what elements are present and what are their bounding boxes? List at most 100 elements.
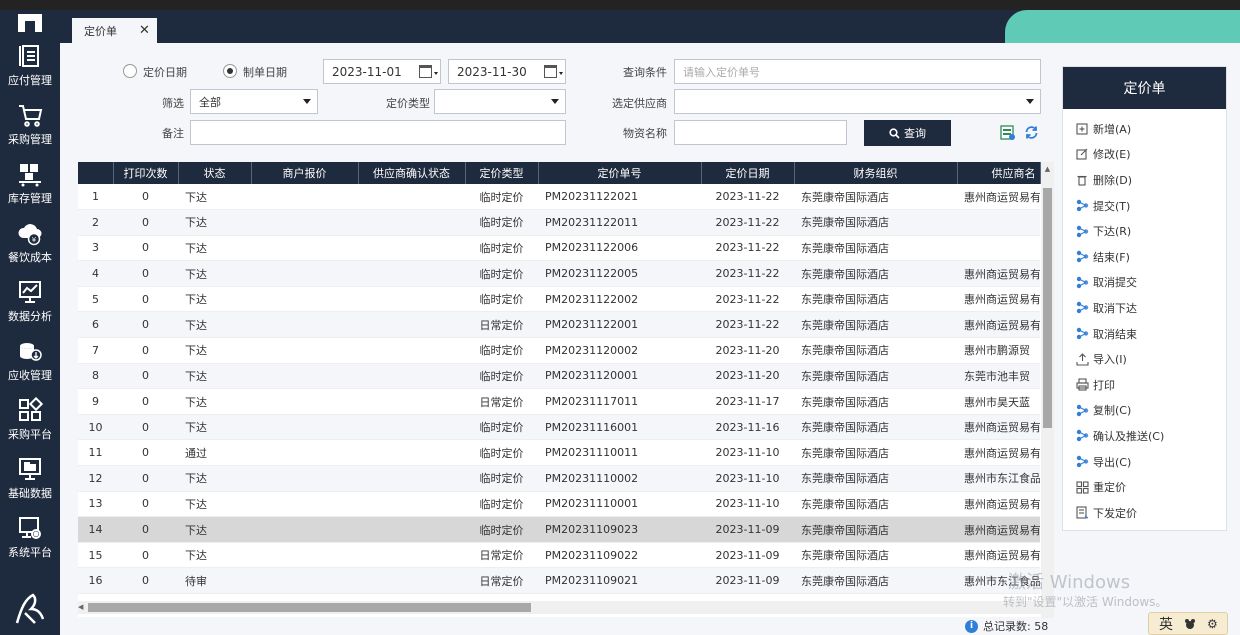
column-header-merchant-quote[interactable]: 商户报价 <box>251 162 359 184</box>
action-item[interactable]: 修改(E) <box>1063 142 1226 168</box>
column-header-index[interactable] <box>78 162 114 184</box>
action-item[interactable]: 导入(I) <box>1063 346 1226 372</box>
table-cell: PM20231109022 <box>538 542 701 569</box>
table-cell <box>358 209 465 236</box>
tab-pricing-order[interactable]: 定价单 ✕ <box>72 18 157 43</box>
horizontal-scroll-thumb[interactable] <box>88 603 531 612</box>
radio-pricing-date[interactable] <box>123 64 137 78</box>
calendar-icon[interactable] <box>544 65 557 78</box>
table-cell: 8 <box>78 363 113 390</box>
action-item[interactable]: 删除(D) <box>1063 167 1226 193</box>
chevron-down-icon <box>303 99 311 104</box>
table-cell: 下达 <box>178 516 251 543</box>
table-row[interactable]: 11 0 通过 临时定价 PM20231110011 2023-11-10 东莞康帝国际酒店… <box>78 439 1040 467</box>
sidebar-item-catering-cost[interactable]: ¥ 餐饮成本 <box>0 213 60 272</box>
table-header-row: 打印次数 状态 商户报价 供应商确认状态 定价类型 定价单号 定价日期 财务组织… <box>78 162 1041 184</box>
action-item[interactable]: 取消提交 <box>1063 270 1226 296</box>
sidebar-item-receivables[interactable]: 应收管理 <box>0 331 60 390</box>
table-row[interactable]: 10 0 下达 临时定价 PM20231116001 2023-11-16 东莞康帝国际酒店… <box>78 414 1040 441</box>
column-header-print-count[interactable]: 打印次数 <box>113 162 179 184</box>
table-row[interactable]: 6 0 下达 日常定价 PM20231122001 2023-11-22 东莞康帝国际酒店惠… <box>78 311 1040 339</box>
action-item[interactable]: 确认及推送(C) <box>1063 423 1226 449</box>
table-row[interactable]: 16 0 待审 日常定价 PM20231109021 2023-11-09 东莞康帝国际酒店… <box>78 567 1040 594</box>
action-item[interactable]: 重定价 <box>1063 474 1226 500</box>
query-button[interactable]: 查询 <box>864 120 951 146</box>
workflow-icon <box>1075 301 1089 315</box>
action-item[interactable]: 结束(F) <box>1063 244 1226 270</box>
supplier-select[interactable] <box>674 89 1041 114</box>
column-header-pricing-type[interactable]: 定价类型 <box>465 162 539 184</box>
cloud-yen-icon: ¥ <box>18 224 42 246</box>
chevron-down-icon <box>434 72 438 75</box>
scroll-up-icon[interactable]: ▲ <box>1041 162 1054 175</box>
table-row[interactable]: 8 0 下达 临时定价 PM20231120001 2023-11-20 东莞康帝国际酒店东… <box>78 363 1040 390</box>
sidebar-item-data-analysis[interactable]: 数据分析 <box>0 272 60 331</box>
date-to-input[interactable]: 2023-11-30 <box>448 59 566 84</box>
radio-create-date[interactable] <box>223 64 237 78</box>
action-item[interactable]: 新增(A) <box>1063 116 1226 142</box>
table-cell: 临时定价 <box>465 260 538 287</box>
horizontal-scrollbar[interactable]: ◀ <box>78 601 1041 614</box>
filter-select[interactable]: 全部 <box>190 89 318 114</box>
action-item-label: 确认及推送(C) <box>1093 429 1165 443</box>
column-header-supplier-confirm[interactable]: 供应商确认状态 <box>358 162 466 184</box>
table-row[interactable]: 4 0 下达 临时定价 PM20231122005 2023-11-22 东莞康帝国际酒店惠… <box>78 260 1040 287</box>
logo-icon[interactable] <box>0 10 60 36</box>
sidebar-item-purchasing[interactable]: 采购管理 <box>0 95 60 154</box>
table-row[interactable]: 15 0 下达 日常定价 PM20231109022 2023-11-09 东莞康帝国际酒店… <box>78 542 1040 569</box>
refresh-icon[interactable] <box>1024 125 1039 140</box>
export-excel-icon[interactable] <box>1000 125 1015 140</box>
action-item[interactable]: 下达(R) <box>1063 218 1226 244</box>
table-cell: 12 <box>78 465 113 492</box>
sidebar-item-system-platform[interactable]: 系统平台 <box>0 508 60 567</box>
table-cell: PM20231109023 <box>538 516 701 543</box>
table-cell: 惠州商运贸易有 <box>957 311 1040 339</box>
table-row[interactable]: 12 0 下达 临时定价 PM20231110002 2023-11-10 东莞康帝国际酒店… <box>78 465 1040 492</box>
sidebar-item-payables[interactable]: 应付管理 <box>0 36 60 95</box>
column-header-finance-org[interactable]: 财务组织 <box>794 162 958 184</box>
action-item[interactable]: 取消结束 <box>1063 321 1226 347</box>
sidebar-item-purchasing-platform[interactable]: 采购平台 <box>0 390 60 449</box>
query-condition-input[interactable]: 请输入定价单号 <box>674 59 1041 84</box>
column-header-status[interactable]: 状态 <box>178 162 252 184</box>
column-header-order-number[interactable]: 定价单号 <box>538 162 702 184</box>
table-cell <box>358 184 465 211</box>
sidebar-item-base-data[interactable]: 基础数据 <box>0 449 60 508</box>
table-row[interactable]: 9 0 下达 日常定价 PM20231117011 2023-11-17 东莞康帝国际酒店惠… <box>78 388 1040 415</box>
vertical-scrollbar[interactable]: ▲ <box>1041 162 1054 618</box>
ime-indicator[interactable]: 英 ⚙ <box>1148 612 1228 635</box>
sidebar-item-label: 采购管理 <box>8 133 52 146</box>
document-send-icon <box>1075 506 1089 520</box>
scroll-left-icon[interactable]: ◀ <box>78 601 83 614</box>
ime-settings-icon[interactable]: ⚙ <box>1207 617 1218 631</box>
table-cell: 东莞康帝国际酒店 <box>794 286 957 313</box>
action-item[interactable]: 取消下达 <box>1063 295 1226 321</box>
table-cell: 10 <box>78 414 113 441</box>
material-name-input[interactable] <box>674 120 847 145</box>
table-row[interactable]: 13 0 下达 临时定价 PM20231110001 2023-11-10 东莞康帝国际酒店… <box>78 491 1040 518</box>
table-row[interactable]: 1 0 下达 临时定价 PM20231122021 2023-11-22 东莞康帝国际酒店惠… <box>78 184 1040 211</box>
action-item[interactable]: 导出(C) <box>1063 449 1226 475</box>
table-row[interactable]: 7 0 下达 临时定价 PM20231120002 2023-11-20 东莞康帝国际酒店惠… <box>78 337 1040 364</box>
date-from-input[interactable]: 2023-11-01 <box>323 59 441 84</box>
table-row[interactable]: 3 0 下达 临时定价 PM20231122006 2023-11-22 东莞康帝国际酒店 <box>78 235 1040 262</box>
column-header-supplier-name[interactable]: 供应商名 <box>957 162 1041 184</box>
column-header-pricing-date[interactable]: 定价日期 <box>701 162 795 184</box>
sidebar-item-inventory[interactable]: 库存管理 <box>0 154 60 213</box>
action-item[interactable]: 提交(T) <box>1063 193 1226 219</box>
import-icon <box>1075 352 1089 366</box>
table-row[interactable]: 14 0 下达 临时定价 PM20231109023 2023-11-09 东莞康帝国际酒店… <box>78 516 1040 543</box>
pricing-type-select[interactable] <box>434 89 566 114</box>
action-item[interactable]: 下发定价 <box>1063 500 1226 526</box>
action-item[interactable]: 复制(C) <box>1063 398 1226 424</box>
table-row[interactable]: 5 0 下达 临时定价 PM20231122002 2023-11-22 东莞康帝国际酒店惠… <box>78 286 1040 313</box>
table-row[interactable]: 2 0 下达 临时定价 PM20231122011 2023-11-22 东莞康帝国际酒店 <box>78 209 1040 236</box>
table-cell: 0 <box>113 414 178 441</box>
sidebar-item-label: 应付管理 <box>8 74 52 87</box>
close-icon[interactable]: ✕ <box>139 23 150 38</box>
action-item-label: 修改(E) <box>1093 148 1131 162</box>
action-item[interactable]: 打印 <box>1063 372 1226 398</box>
calendar-icon[interactable] <box>419 65 432 78</box>
remark-input[interactable] <box>190 120 566 145</box>
vertical-scroll-thumb[interactable] <box>1043 188 1052 428</box>
